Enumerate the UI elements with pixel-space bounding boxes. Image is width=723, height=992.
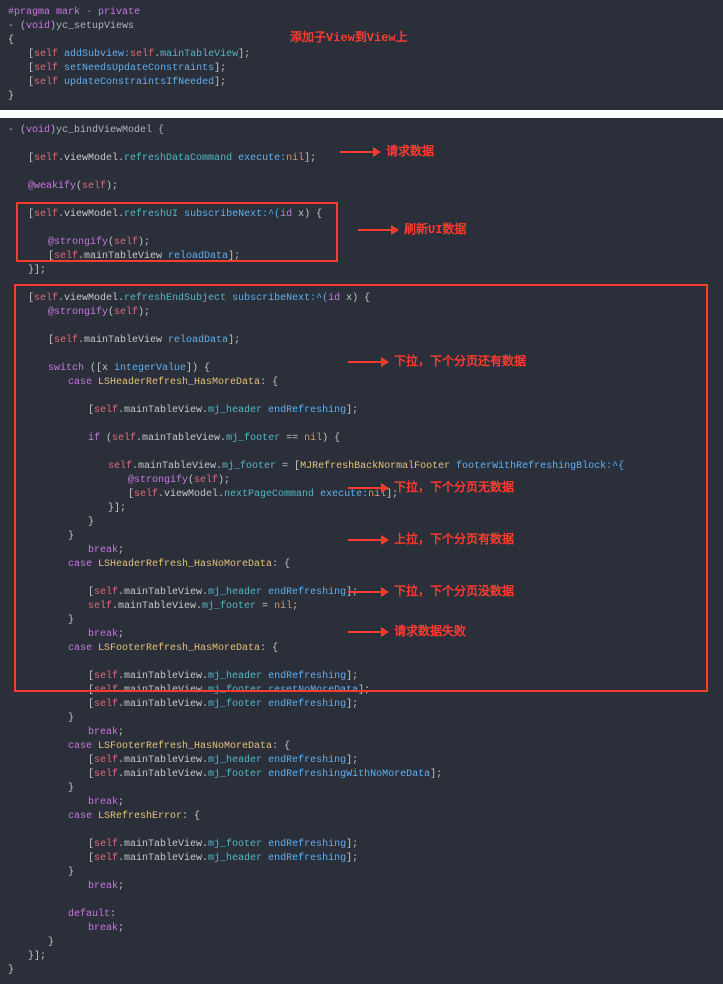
arrow-icon <box>340 151 380 153</box>
arrow-icon <box>348 631 388 633</box>
code-block-bind-viewmodel: - (void)yc_bindViewModel { [self.viewMod… <box>0 118 723 984</box>
pragma-line: #pragma mark - private <box>8 7 140 18</box>
arrow-icon <box>348 487 388 489</box>
annotation-footer-has-more: 上拉，下个分页有数据 <box>348 532 514 549</box>
arrow-icon <box>348 591 388 593</box>
arrow-icon <box>358 229 398 231</box>
arrow-icon <box>348 539 388 541</box>
annotation-request-data: 请求数据 <box>340 144 434 161</box>
annotation-no-more: 下拉，下个分页无数据 <box>348 480 514 497</box>
annotation-add-subview: 添加子View到View上 <box>290 30 408 47</box>
annotation-error: 请求数据失败 <box>348 624 466 641</box>
code-block-setup-views: #pragma mark - private - (void)yc_setupV… <box>0 0 723 110</box>
annotation-refresh-ui: 刷新UI数据 <box>358 222 466 239</box>
annotation-footer-no-more: 下拉，下个分页没数据 <box>348 584 514 601</box>
annotation-has-more: 下拉，下个分页还有数据 <box>348 354 526 371</box>
arrow-icon <box>348 361 388 363</box>
